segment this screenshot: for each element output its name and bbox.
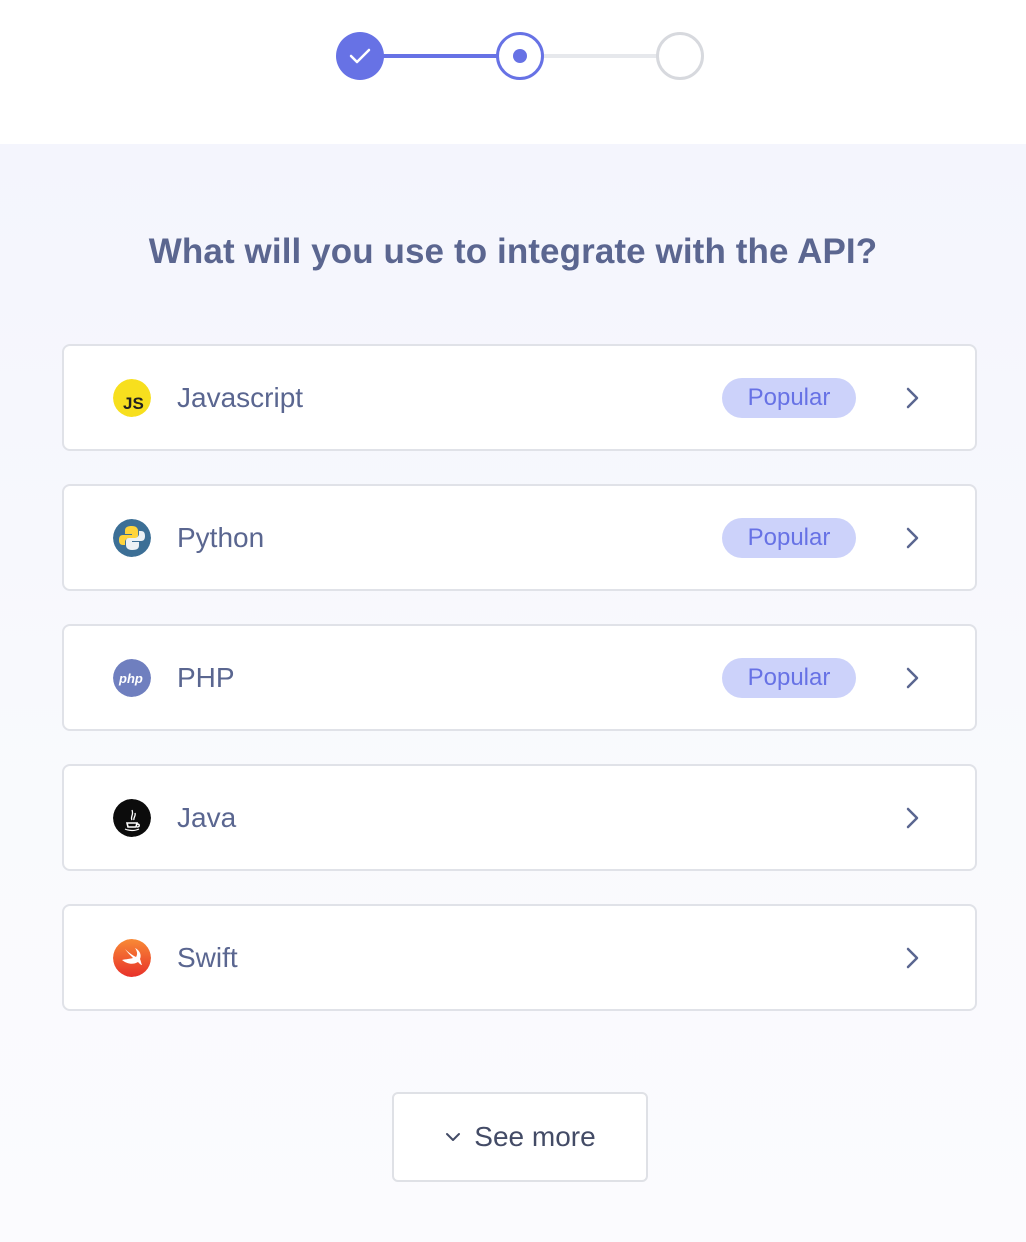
option-java[interactable]: Java — [62, 764, 977, 871]
php-logo-icon: php — [113, 659, 151, 697]
option-label: Java — [177, 802, 237, 833]
option-swift[interactable]: Swift — [62, 904, 977, 1011]
svg-text:php: php — [118, 671, 143, 686]
step-3-upcoming — [656, 32, 704, 80]
option-label: Javascript — [177, 382, 304, 413]
main-content: What will you use to integrate with the … — [0, 144, 1026, 1242]
popular-badge: Popular — [722, 378, 856, 418]
chevron-right-icon — [906, 807, 919, 829]
step-1-completed — [336, 32, 384, 80]
see-more-label: See more — [474, 1121, 596, 1152]
option-php[interactable]: php PHP Popular — [62, 624, 977, 731]
stepper-line-completed — [382, 54, 500, 58]
chevron-right-icon — [906, 527, 919, 549]
swift-logo-icon — [113, 939, 151, 977]
chevron-right-icon — [906, 387, 919, 409]
option-python[interactable]: Python Popular — [62, 484, 977, 591]
page-heading: What will you use to integrate with the … — [148, 232, 878, 271]
chevron-down-icon — [446, 1133, 461, 1141]
python-logo-icon — [113, 519, 151, 557]
option-label: Swift — [177, 942, 238, 973]
stepper-line-upcoming — [542, 54, 658, 58]
popular-badge: Popular — [722, 518, 856, 558]
current-step-dot — [513, 49, 527, 63]
popular-badge: Popular — [722, 658, 856, 698]
option-label: Python — [177, 522, 265, 553]
java-logo-icon — [113, 799, 151, 837]
chevron-right-icon — [906, 947, 919, 969]
checkmark-icon — [349, 48, 371, 64]
top-bar — [0, 0, 1026, 144]
step-2-current — [496, 32, 544, 80]
progress-stepper — [0, 0, 1026, 144]
see-more-button[interactable]: See more — [392, 1092, 648, 1182]
chevron-right-icon — [906, 667, 919, 689]
svg-text:JS: JS — [123, 394, 144, 413]
option-javascript[interactable]: JS Javascript Popular — [62, 344, 977, 451]
option-label: PHP — [177, 662, 235, 693]
javascript-logo-icon: JS — [113, 379, 151, 417]
